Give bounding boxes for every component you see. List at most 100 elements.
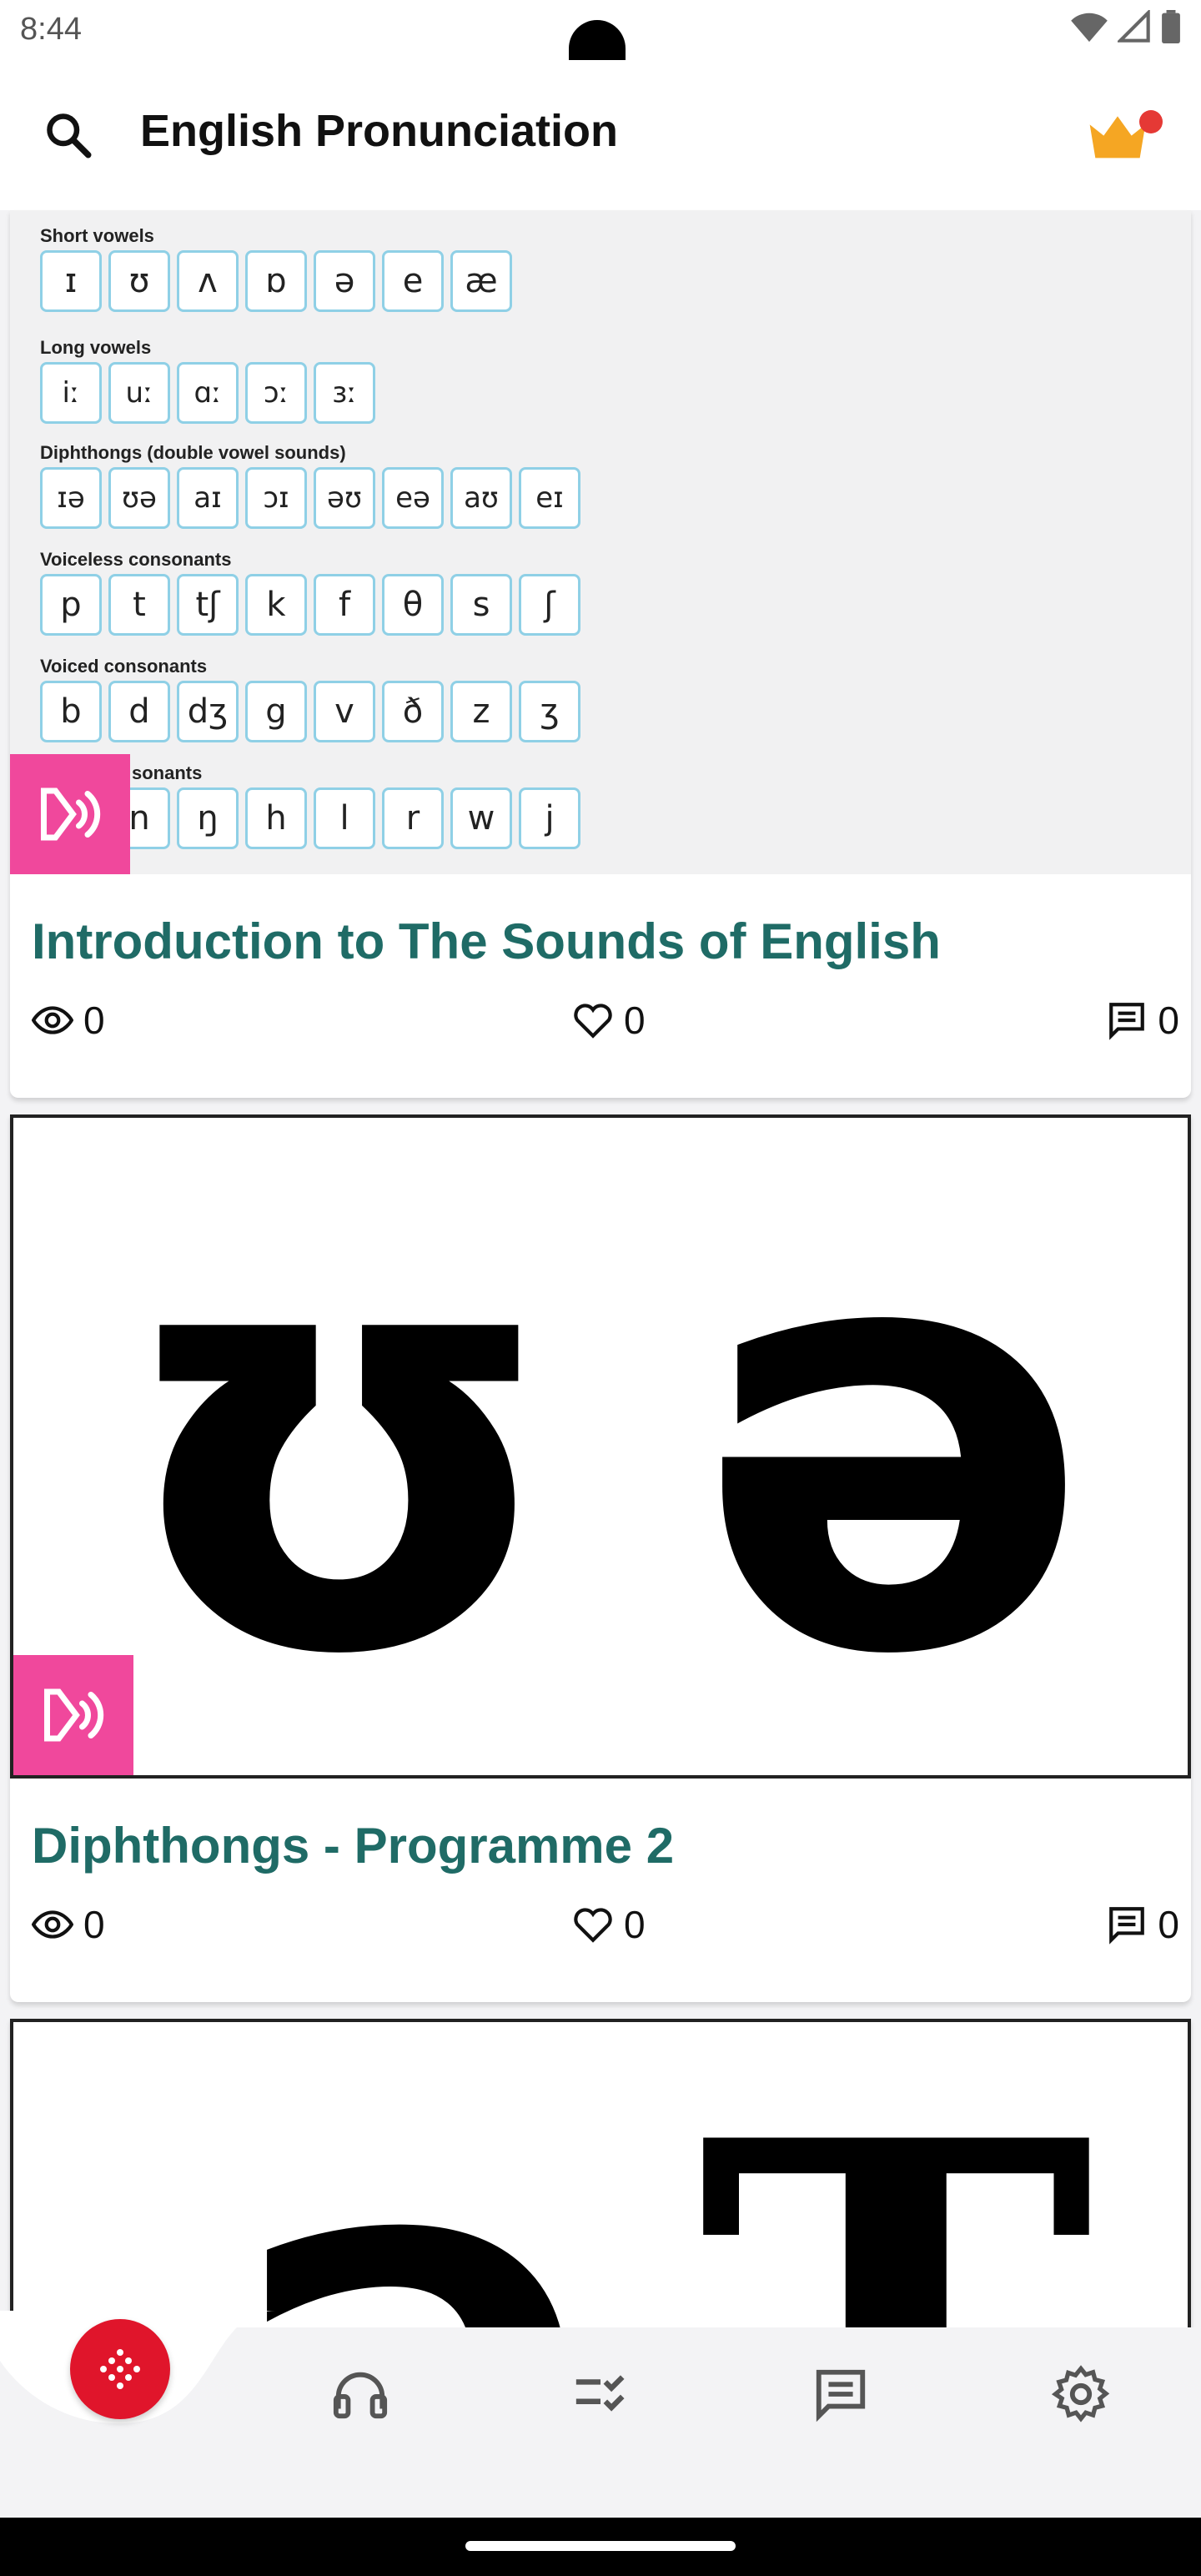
- chart-label: Long vowels: [40, 337, 152, 358]
- image-symbol: ə: [697, 1114, 1093, 1779]
- ipa-cell: ɪ: [40, 250, 102, 312]
- app-bar: English Pronunciation: [0, 60, 1201, 210]
- ipa-cell: ə: [314, 250, 375, 312]
- chart-label: Voiced consonants: [40, 656, 208, 677]
- headphones-icon: [333, 2372, 388, 2419]
- views-stat: 0: [32, 1902, 105, 1947]
- chart-label: Short vowels: [40, 225, 154, 246]
- ipa-cell: ʃ: [519, 574, 580, 636]
- ipa-cell: əʊ: [314, 467, 375, 529]
- chat-icon: [816, 2369, 866, 2423]
- audio-play-icon: [41, 787, 101, 841]
- ipa-cell: iː: [40, 362, 102, 424]
- ipa-cell: aɪ: [177, 467, 239, 529]
- comments-stat[interactable]: 0: [1106, 1902, 1179, 1947]
- ipa-cell: aʊ: [450, 467, 512, 529]
- page-title: English Pronunciation: [140, 106, 619, 156]
- ipa-cell: p: [40, 574, 102, 636]
- ipa-cell: f: [314, 574, 375, 636]
- ipa-cell: z: [450, 681, 512, 742]
- ipa-cell: ʊə: [108, 467, 170, 529]
- ipa-cell: h: [245, 787, 307, 849]
- chart-label: Diphthongs (double vowel sounds): [40, 442, 346, 463]
- likes-stat[interactable]: 0: [572, 1902, 646, 1947]
- audio-lesson-badge[interactable]: [13, 1655, 133, 1775]
- lesson-stats: 0 0 0: [32, 1902, 1179, 1952]
- ipa-cell: ɔɪ: [245, 467, 307, 529]
- notification-dot: [1139, 110, 1163, 133]
- comments-count: 0: [1158, 999, 1179, 1042]
- status-icons: [1071, 10, 1181, 43]
- home-fab-button[interactable]: [70, 2319, 170, 2419]
- signal-icon: [1118, 10, 1150, 43]
- views-stat: 0: [32, 998, 105, 1043]
- voiceless-row: p t tʃ k f θ s ʃ: [40, 574, 580, 636]
- comment-icon: [1109, 1003, 1145, 1040]
- ipa-cell: e: [382, 250, 444, 312]
- ipa-cell: ð: [382, 681, 444, 742]
- nav-chat[interactable]: [807, 2361, 874, 2428]
- lesson-card[interactable]: Short vowels ɪ ʊ ʌ ɒ ə e æ Long vowels i…: [10, 210, 1191, 1098]
- lesson-image: ʊ ə: [10, 1114, 1191, 1779]
- comments-stat[interactable]: 0: [1106, 998, 1179, 1043]
- comments-count: 0: [1158, 1903, 1179, 1946]
- lesson-title[interactable]: Introduction to The Sounds of English: [32, 913, 941, 970]
- status-time: 8:44: [20, 12, 82, 47]
- heart-icon: [574, 1908, 612, 1943]
- image-symbol: ʊ: [113, 1114, 565, 1779]
- ipa-cell: eɪ: [519, 467, 580, 529]
- battery-icon: [1162, 10, 1180, 43]
- ipa-cell: l: [314, 787, 375, 849]
- ipa-cell: t: [108, 574, 170, 636]
- camera-notch: [569, 20, 626, 63]
- views-count: 0: [83, 1903, 105, 1946]
- home-gesture-handle[interactable]: [465, 2541, 736, 2551]
- status-bar: 8:44: [0, 0, 1201, 63]
- settings-icon: [1052, 2365, 1110, 2423]
- ipa-chart-image: Short vowels ɪ ʊ ʌ ɒ ə e æ Long vowels i…: [10, 210, 1191, 874]
- views-count: 0: [83, 999, 105, 1042]
- diphthongs-row: ɪə ʊə aɪ ɔɪ əʊ eə aʊ eɪ: [40, 467, 580, 529]
- likes-count: 0: [624, 999, 646, 1042]
- premium-button[interactable]: [1084, 93, 1168, 177]
- chart-label: Voiceless consonants: [40, 549, 232, 570]
- search-button[interactable]: [35, 102, 102, 169]
- ipa-cell: b: [40, 681, 102, 742]
- ipa-cell: ɪə: [40, 467, 102, 529]
- ipa-cell: θ: [382, 574, 444, 636]
- comment-icon: [1109, 1907, 1145, 1945]
- nav-settings[interactable]: [1048, 2361, 1114, 2428]
- wifi-icon: [1071, 13, 1108, 43]
- ipa-cell: ɒ: [245, 250, 307, 312]
- ipa-cell: ŋ: [177, 787, 239, 849]
- ipa-cell: s: [450, 574, 512, 636]
- ipa-cell: eə: [382, 467, 444, 529]
- ipa-cell: tʃ: [177, 574, 239, 636]
- checklist-icon: [575, 2375, 625, 2412]
- eye-icon: [32, 1910, 73, 1939]
- likes-stat[interactable]: 0: [572, 998, 646, 1043]
- nav-listening[interactable]: [327, 2361, 394, 2428]
- ipa-cell: k: [245, 574, 307, 636]
- ipa-cell: uː: [108, 362, 170, 424]
- chart-label: sonants: [132, 762, 203, 783]
- ipa-cell: dʒ: [177, 681, 239, 742]
- heart-icon: [574, 1004, 612, 1039]
- lesson-title[interactable]: Diphthongs - Programme 2: [32, 1817, 674, 1874]
- eye-icon: [32, 1006, 73, 1034]
- audio-play-icon: [44, 1688, 104, 1742]
- apps-icon: [100, 2349, 140, 2389]
- audio-lesson-badge[interactable]: [10, 754, 130, 874]
- ipa-cell: ɔː: [245, 362, 307, 424]
- nav-quiz[interactable]: [567, 2361, 634, 2428]
- ipa-cell: ʒ: [519, 681, 580, 742]
- ipa-cell: ɑː: [177, 362, 239, 424]
- ipa-cell: j: [519, 787, 580, 849]
- ipa-cell: w: [450, 787, 512, 849]
- likes-count: 0: [624, 1903, 646, 1946]
- lesson-image: Short vowels ɪ ʊ ʌ ɒ ə e æ Long vowels i…: [10, 210, 1191, 874]
- ipa-cell: ʌ: [177, 250, 239, 312]
- lesson-card[interactable]: ʊ ə Diphthongs - Programme 2 0 0 0: [10, 1114, 1191, 2002]
- ipa-cell: v: [314, 681, 375, 742]
- ipa-cell: æ: [450, 250, 512, 312]
